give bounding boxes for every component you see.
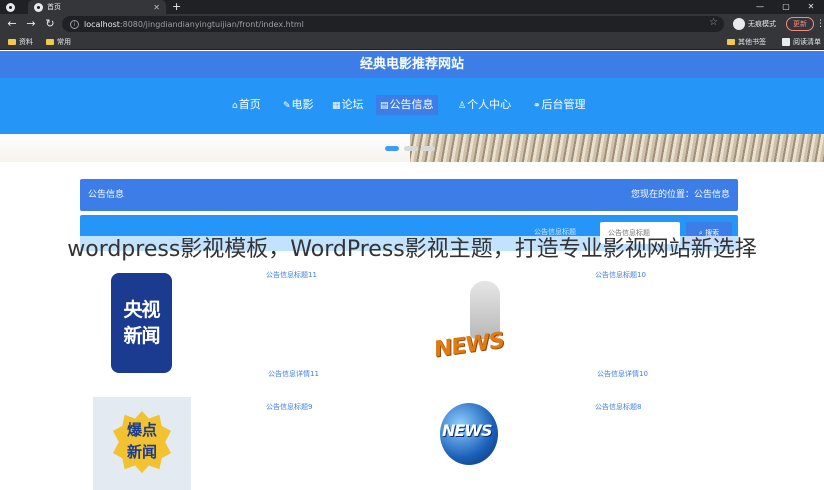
folder-icon: [46, 39, 54, 45]
nav-home[interactable]: ⌂首页: [228, 95, 265, 115]
tab-title: 首页: [47, 3, 61, 11]
forward-icon[interactable]: →: [24, 17, 38, 31]
home-icon: ⌂: [232, 101, 238, 111]
bookmarks-bar: 资料 常用 其他书签 阅读清单: [0, 34, 824, 50]
profile-label: 无痕模式: [748, 20, 776, 28]
carousel-dot-1[interactable]: [385, 146, 399, 151]
news-3d-image[interactable]: NEWS: [434, 281, 514, 367]
news-word: NEWS: [434, 328, 504, 363]
logo-text: 新闻: [123, 325, 160, 347]
logo-text: 央视: [123, 299, 160, 321]
address-bar[interactable]: i localhost:8080/jingdiandianyingtuijian…: [62, 16, 724, 32]
nav-user-center[interactable]: ♙个人中心: [454, 95, 515, 115]
new-tab-button[interactable]: +: [172, 0, 181, 14]
chrome-favicon-icon: [34, 2, 43, 12]
bookmark-folder-ziliao[interactable]: 资料: [8, 34, 33, 50]
nav-movies[interactable]: ✎电影: [279, 95, 318, 115]
bookmark-label: 常用: [57, 38, 71, 46]
browser-tab-inactive[interactable]: [0, 0, 26, 14]
notice-title-8[interactable]: 公告信息标题8: [595, 402, 641, 412]
browser-tab-active[interactable]: 首页 ✕: [28, 0, 166, 14]
folder-icon: [727, 39, 735, 45]
notice-icon: ▤: [380, 101, 389, 111]
notice-detail-11[interactable]: 公告信息详情11: [268, 369, 319, 379]
nav-label: 公告信息: [389, 98, 434, 111]
bookmark-label: 其他书签: [738, 38, 766, 46]
browser-toolbar: ← → ↻ i localhost:8080/jingdiandianyingt…: [0, 14, 824, 34]
browser-tab-strip: 首页 ✕ + — ▢ ✕: [0, 0, 824, 14]
film-icon: ✎: [283, 101, 291, 111]
incognito-icon: [733, 18, 745, 30]
user-icon: ♙: [458, 101, 467, 111]
reading-list[interactable]: 阅读清单: [782, 34, 821, 50]
notice-title-11[interactable]: 公告信息标题11: [266, 270, 317, 280]
notice-detail-10[interactable]: 公告信息详情10: [597, 369, 648, 379]
minimize-button[interactable]: —: [747, 0, 773, 14]
baodian-news-logo[interactable]: 爆点 新闻: [93, 397, 191, 490]
news-globe-image[interactable]: NEWS: [440, 403, 498, 465]
reading-list-icon: [782, 38, 790, 46]
nav-label: 首页: [238, 98, 261, 111]
site-info-icon[interactable]: i: [70, 19, 79, 29]
news-word: NEWS: [442, 421, 492, 440]
nav-label: 电影: [291, 98, 314, 111]
incognito-profile[interactable]: 无痕模式: [733, 17, 776, 31]
nav-label: 论坛: [341, 98, 364, 111]
notice-title-9[interactable]: 公告信息标题9: [266, 402, 312, 412]
chrome-favicon-icon: [6, 2, 15, 12]
kebab-menu-icon[interactable]: ⋮: [816, 17, 824, 31]
logo-text: 爆点 新闻: [126, 421, 157, 461]
carousel-dot-3[interactable]: [421, 146, 435, 151]
nav-notices[interactable]: ▤公告信息: [376, 95, 438, 115]
breadcrumb: 您现在的位置：公告信息: [630, 190, 730, 200]
site-title: 经典电影推荐网站: [0, 51, 824, 78]
bookmark-star-icon[interactable]: ☆: [709, 17, 718, 28]
section-header: 公告信息 您现在的位置：公告信息: [80, 179, 738, 211]
section-title: 公告信息: [88, 190, 125, 200]
reload-icon[interactable]: ↻: [43, 17, 57, 31]
folder-icon: [8, 39, 16, 45]
bookmark-folder-other[interactable]: 其他书签: [727, 34, 766, 50]
nav-label: 后台管理: [541, 98, 586, 111]
nav-label: 个人中心: [467, 98, 512, 111]
nav-admin[interactable]: ⚭后台管理: [529, 95, 590, 115]
forum-icon: ▦: [332, 101, 341, 111]
maximize-button[interactable]: ▢: [773, 0, 799, 14]
banner-image: [410, 134, 824, 162]
watermark-caption: wordpress影视模板，WordPress影视主题，打造专业影视网站新选择: [0, 236, 824, 264]
window-close-button[interactable]: ✕: [798, 0, 824, 14]
cctv-news-logo[interactable]: 央视 新闻: [111, 273, 172, 373]
banner-carousel: [0, 134, 824, 162]
address-url: localhost:8080/jingdiandianyingtuijian/f…: [84, 19, 304, 29]
bookmark-label: 阅读清单: [793, 38, 821, 46]
bookmark-folder-changyong[interactable]: 常用: [46, 34, 71, 50]
bookmark-label: 资料: [19, 38, 33, 46]
main-nav: ⌂首页 ✎电影 ▦论坛 ▤公告信息 ♙个人中心 ⚭后台管理: [0, 78, 824, 134]
close-icon[interactable]: ✕: [153, 3, 160, 12]
carousel-dot-2[interactable]: [404, 146, 418, 151]
link-icon: ⚭: [533, 101, 541, 111]
nav-forum[interactable]: ▦论坛: [328, 95, 368, 115]
notice-title-10[interactable]: 公告信息标题10: [595, 270, 646, 280]
web-page: 经典电影推荐网站 ⌂首页 ✎电影 ▦论坛 ▤公告信息 ♙个人中心 ⚭后台管理 公…: [0, 51, 824, 490]
back-icon[interactable]: ←: [5, 17, 19, 31]
update-button[interactable]: 更新: [786, 17, 814, 31]
